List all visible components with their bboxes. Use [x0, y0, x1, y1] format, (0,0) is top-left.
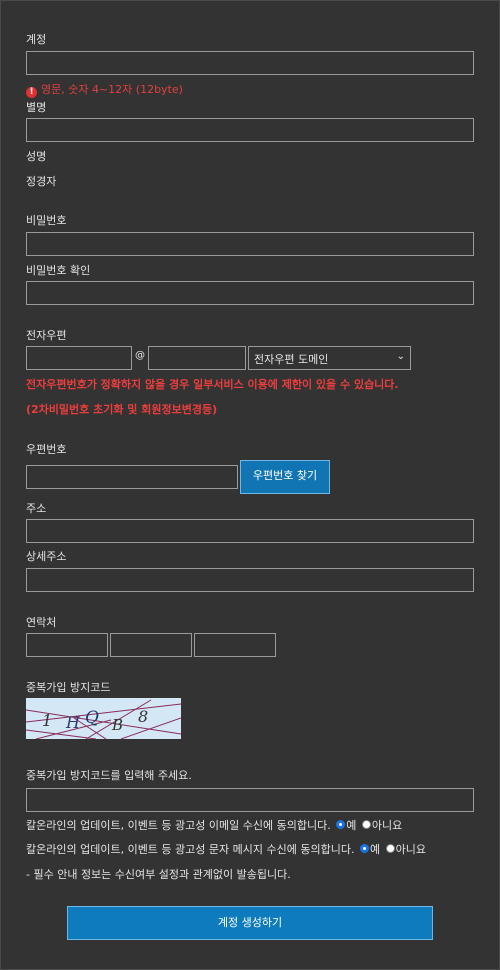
consent-sms-no-radio[interactable]	[385, 844, 395, 853]
postcode-input[interactable]	[26, 465, 238, 489]
password-label: 비밀번호	[26, 214, 67, 227]
email-at-sign: @	[135, 350, 145, 361]
notice-text: - 필수 안내 정보는 수신여부 설정과 관계없이 발송됩니다.	[26, 868, 291, 881]
captcha-char-1: 1	[42, 711, 52, 730]
email-domain-select[interactable]: 전자우편 도메인 ⌄	[248, 346, 411, 370]
consent-sms: 칼온라인의 업데이트, 이벤트 등 광고성 문자 메시지 수신에 동의합니다. …	[26, 841, 426, 857]
account-hint: ! 영문, 숫자 4~12자 (12byte)	[26, 81, 183, 98]
chevron-down-icon: ⌄	[396, 351, 405, 362]
contact-input-3[interactable]	[194, 633, 276, 657]
address-detail-label: 상세주소	[26, 550, 67, 563]
consent-email-yes-label[interactable]: 예	[346, 819, 356, 832]
consent-email-text: 칼온라인의 업데이트, 이벤트 등 광고성 이메일 수신에 동의합니다.	[26, 819, 331, 832]
consent-sms-text: 칼온라인의 업데이트, 이벤트 등 광고성 문자 메시지 수신에 동의합니다.	[26, 843, 355, 856]
address-detail-input[interactable]	[26, 568, 474, 592]
captcha-image: 1 H Q B 8	[26, 698, 181, 739]
captcha-label: 중복가입 방지코드	[26, 681, 111, 694]
address-input[interactable]	[26, 519, 474, 543]
nickname-input[interactable]	[26, 118, 474, 142]
email-label: 전자우편	[26, 329, 67, 342]
find-postcode-button[interactable]: 우편번호 찾기	[240, 460, 330, 494]
email-domain-input[interactable]	[148, 346, 246, 370]
consent-email: 칼온라인의 업데이트, 이벤트 등 광고성 이메일 수신에 동의합니다. 예 아…	[26, 817, 402, 833]
email-local-input[interactable]	[26, 346, 132, 370]
consent-email-yes-radio[interactable]	[336, 820, 346, 829]
contact-label: 연락처	[26, 616, 57, 629]
password-confirm-input[interactable]	[26, 281, 474, 305]
email-domain-select-value: 전자우편 도메인	[254, 353, 329, 366]
consent-sms-yes-label[interactable]: 예	[370, 843, 380, 856]
account-hint-text: 영문, 숫자 4~12자 (12byte)	[41, 83, 183, 96]
captcha-char-2: H	[65, 713, 81, 732]
password-input[interactable]	[26, 232, 474, 256]
captcha-char-4: B	[111, 716, 123, 734]
consent-email-no-radio[interactable]	[361, 820, 371, 829]
captcha-svg: 1 H Q B 8	[26, 699, 181, 739]
consent-email-no-label[interactable]: 아니요	[372, 819, 402, 832]
account-label: 계정	[26, 33, 47, 46]
captcha-input[interactable]	[26, 788, 474, 812]
contact-input-1[interactable]	[26, 633, 108, 657]
error-icon: !	[26, 87, 37, 98]
email-warning-line1: 전자우편번호가 정확하지 않을 경우 일부서비스 이용에 제한이 있을 수 있습…	[26, 378, 399, 391]
captcha-char-3: Q	[85, 708, 99, 728]
contact-input-2[interactable]	[110, 633, 192, 657]
consent-sms-yes-radio[interactable]	[359, 844, 369, 853]
address-label: 주소	[26, 502, 47, 515]
captcha-char-5: 8	[138, 707, 148, 726]
email-warning-line2: (2차비밀번호 초기화 및 회원정보변경등)	[26, 403, 218, 416]
create-account-button[interactable]: 계정 생성하기	[67, 906, 433, 940]
name-label: 성명	[26, 150, 47, 163]
password-confirm-label: 비밀번호 확인	[26, 264, 91, 277]
name-value: 정경자	[26, 175, 57, 188]
account-input[interactable]	[26, 51, 474, 75]
captcha-input-label: 중복가입 방지코드를 입력해 주세요.	[26, 769, 192, 782]
consent-sms-no-label[interactable]: 아니요	[396, 843, 426, 856]
postcode-label: 우편번호	[26, 443, 67, 456]
nickname-label: 별명	[26, 101, 47, 114]
